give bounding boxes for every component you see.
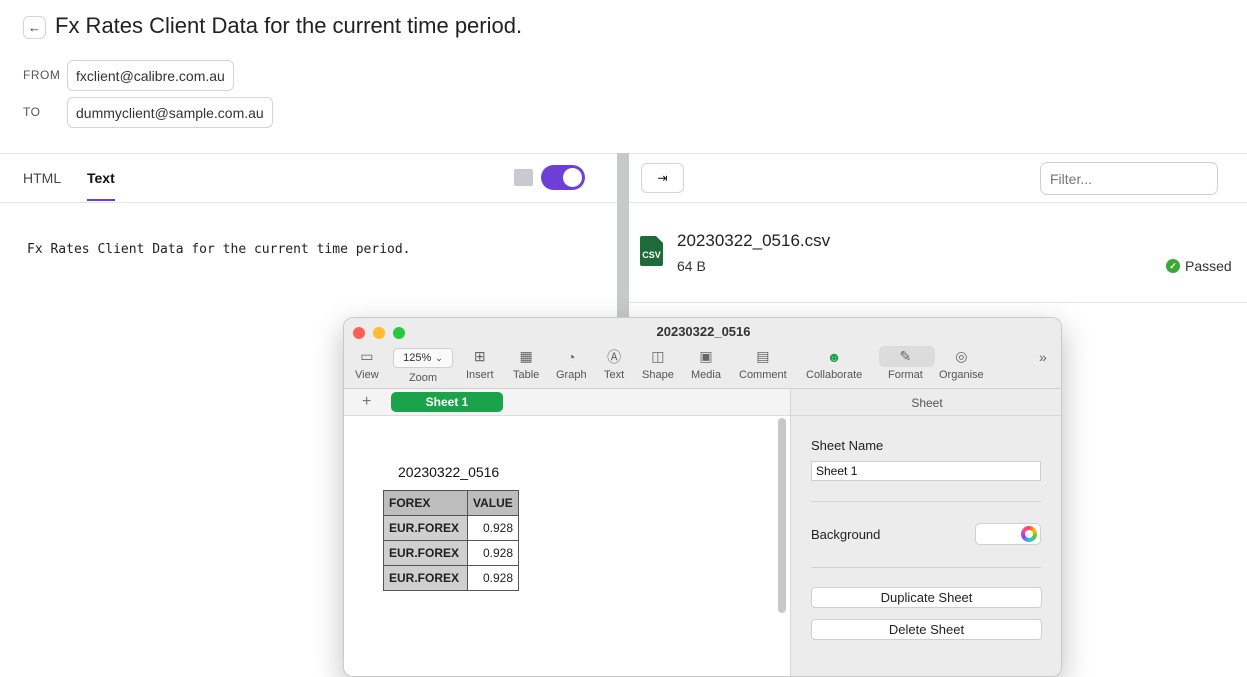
chevron-down-icon: ⌄ — [435, 352, 443, 363]
from-address-chip[interactable]: fxclient@calibre.com.au — [67, 60, 234, 91]
tab-html[interactable]: HTML — [23, 170, 61, 186]
table-cell[interactable]: EUR.FOREX — [383, 565, 468, 591]
toggle-knob — [563, 168, 582, 187]
toolbar-view[interactable]: ▭ View — [355, 348, 379, 381]
insert-icon: ⊞ — [473, 348, 486, 364]
table-cell[interactable]: EUR.FOREX — [383, 515, 468, 541]
toolbar-collaborate[interactable]: ☻ Collaborate — [806, 348, 862, 382]
format-inspector: Sheet Sheet Name Sheet 1 Background Dupl… — [791, 389, 1061, 676]
right-toolbar-divider — [629, 202, 1247, 203]
attachment-divider — [629, 302, 1247, 303]
text-box-icon: Ⓐ — [607, 348, 622, 365]
toolbar-shape[interactable]: ◫ Shape — [642, 348, 674, 381]
collapse-sidebar-button[interactable]: ⇥ — [641, 163, 684, 193]
status-text: Passed — [1185, 258, 1232, 274]
delete-sheet-button[interactable]: Delete Sheet — [811, 619, 1042, 640]
toolbar-text[interactable]: Ⓐ Text — [604, 348, 624, 382]
toolbar-overflow[interactable]: » — [1039, 348, 1047, 365]
sheet-tab-bar: + Sheet 1 — [344, 389, 790, 416]
check-circle-icon: ✓ — [1166, 259, 1180, 273]
attachment-size: 64 B — [677, 258, 706, 274]
toolbar-graph[interactable]: ◔ Graph — [556, 348, 587, 382]
background-color-well[interactable] — [975, 523, 1041, 545]
attachment-filename[interactable]: 20230322_0516.csv — [677, 231, 830, 251]
table-cell[interactable]: 0.928 — [467, 565, 519, 591]
toolbar-comment[interactable]: ▤ Comment — [739, 348, 787, 381]
table-row: EUR.FOREX 0.928 — [383, 515, 519, 541]
status-badge: ✓ Passed — [1166, 258, 1232, 274]
zoom-select[interactable]: 125% ⌄ — [393, 348, 453, 368]
toolbar-organise[interactable]: ◎ Organise — [939, 348, 984, 381]
sheet-canvas: 20230322_0516 FOREX VALUE EUR.FOREX 0.92… — [344, 416, 790, 676]
add-sheet-icon[interactable]: + — [362, 393, 371, 411]
sheet-tab-1[interactable]: Sheet 1 — [391, 392, 503, 412]
tab-text[interactable]: Text — [87, 170, 115, 186]
window-titlebar: 20230322_0516 ▭ View 125% ⌄ Zoom ⊞ Insert… — [344, 318, 1061, 389]
shape-icon: ◫ — [651, 348, 665, 364]
page-title: Fx Rates Client Data for the current tim… — [55, 13, 523, 38]
active-tab-indicator — [87, 199, 115, 201]
message-body-text: Fx Rates Client Data for the current tim… — [27, 242, 411, 257]
toolbar-zoom[interactable]: 125% ⌄ Zoom — [393, 348, 453, 384]
organise-icon: ◎ — [955, 348, 968, 364]
inspector-heading: Sheet — [791, 389, 1061, 416]
inspector-divider-2 — [811, 567, 1041, 568]
arrow-left-icon: ← — [28, 20, 41, 35]
table-icon: ▦ — [519, 348, 533, 364]
graph-icon: ◔ — [567, 348, 576, 365]
images-toggle[interactable] — [541, 165, 585, 190]
table-cell[interactable]: 0.928 — [467, 540, 519, 566]
from-label: FROM — [23, 68, 61, 82]
collaborate-icon: ☻ — [826, 348, 842, 365]
filter-input[interactable] — [1040, 162, 1218, 195]
table-cell[interactable]: EUR.FOREX — [383, 540, 468, 566]
comment-icon: ▤ — [756, 348, 770, 364]
sidebar-toggle-icon: ⇥ — [657, 171, 668, 185]
toolbar-format[interactable]: ✎ Format — [888, 348, 923, 381]
to-address-chip[interactable]: dummyclient@sample.com.au — [67, 97, 273, 128]
csv-file-icon: CSV — [640, 236, 663, 266]
data-table[interactable]: FOREX VALUE EUR.FOREX 0.928 EUR.FOREX 0.… — [383, 490, 519, 591]
image-icon[interactable] — [514, 169, 533, 186]
table-cell[interactable]: 0.928 — [467, 515, 519, 541]
sidebar-view-icon: ▭ — [360, 348, 374, 364]
sheet-name-field[interactable]: Sheet 1 — [811, 461, 1041, 481]
back-button[interactable]: ← — [23, 16, 46, 39]
toolbar-media[interactable]: ▣ Media — [691, 348, 721, 381]
color-wheel-icon[interactable] — [1021, 526, 1037, 542]
table-row: EUR.FOREX 0.928 — [383, 540, 519, 566]
table-header-row: FOREX VALUE — [383, 490, 519, 516]
numbers-window: 20230322_0516 ▭ View 125% ⌄ Zoom ⊞ Insert… — [343, 317, 1062, 677]
duplicate-sheet-button[interactable]: Duplicate Sheet — [811, 587, 1042, 608]
background-label: Background — [811, 527, 881, 542]
to-label: TO — [23, 105, 41, 119]
header-cell[interactable]: FOREX — [383, 490, 468, 516]
toolbar-table[interactable]: ▦ Table — [513, 348, 539, 381]
window-title: 20230322_0516 — [656, 324, 751, 339]
vertical-scrollbar[interactable] — [778, 418, 786, 613]
toolbar-insert[interactable]: ⊞ Insert — [466, 348, 494, 381]
header-cell[interactable]: VALUE — [467, 490, 519, 516]
inspector-divider-1 — [811, 501, 1041, 502]
table-title: 20230322_0516 — [398, 464, 500, 480]
sheet-name-label: Sheet Name — [811, 438, 884, 453]
table-row: EUR.FOREX 0.928 — [383, 565, 519, 591]
chevron-double-right-icon: » — [1039, 348, 1047, 365]
paintbrush-icon: ✎ — [899, 348, 912, 364]
media-icon: ▣ — [699, 348, 713, 364]
tabs-divider — [0, 202, 617, 203]
